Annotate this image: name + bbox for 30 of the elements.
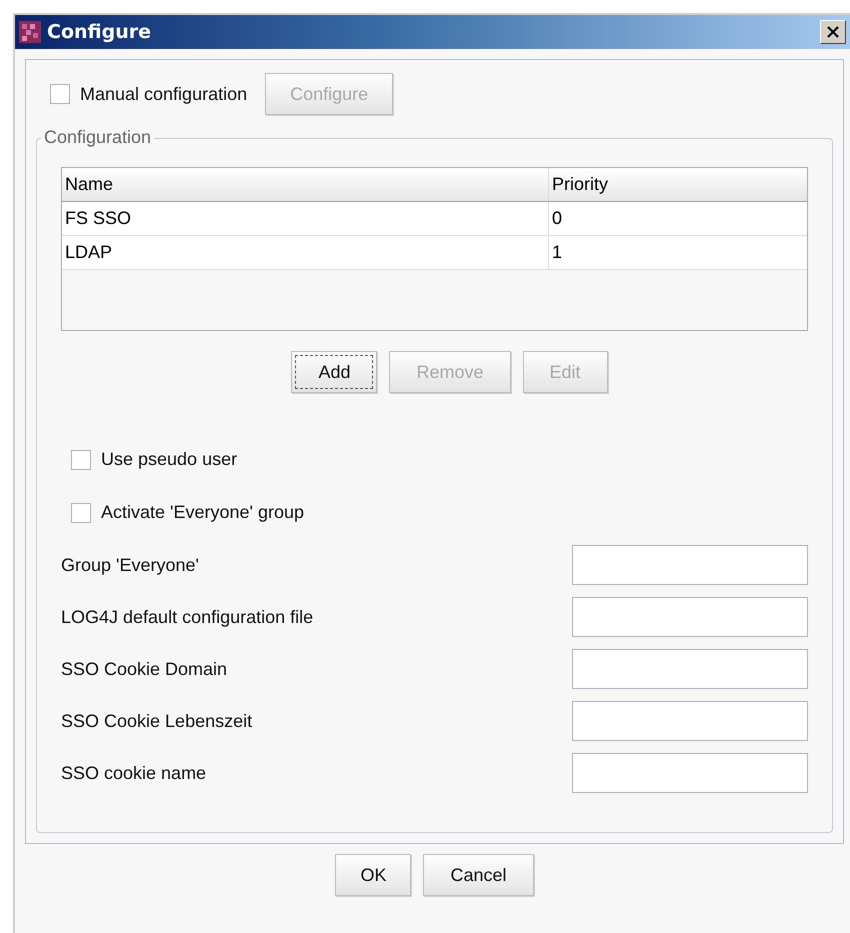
app-icon [19,21,41,43]
checkbox-label: Manual configuration [80,84,248,104]
field-label: SSO Cookie Lebenszeit [61,710,252,732]
table-cell-text: 1 [551,241,564,264]
table-action-button[interactable]: Add [291,351,378,393]
group-title: Configuration [41,127,154,148]
close-button[interactable] [820,20,846,44]
table-cell: LDAP [62,236,549,269]
input-field[interactable] [572,701,808,741]
field-label: SSO cookie name [61,762,206,784]
cancel-button[interactable]: Cancel [423,854,534,896]
field-label: SSO Cookie Domain [61,658,228,680]
input-field[interactable] [572,753,808,793]
table-cell-text: 0 [551,207,564,230]
ok-button[interactable]: OK [335,854,412,896]
checkbox[interactable] [50,84,70,104]
field-label: LOG4J default configuration file [61,606,314,628]
input-field[interactable] [572,597,808,637]
input-field[interactable] [572,649,808,689]
input-field[interactable] [572,545,808,585]
column-header[interactable]: Name [62,168,549,201]
checkbox-label: Activate 'Everyone' group [101,502,304,523]
window-title: Configure [47,21,152,43]
checkbox[interactable] [71,450,91,470]
table-cell: FS SSO [62,202,549,235]
checkbox[interactable] [71,502,91,522]
column-header[interactable]: Priority [549,168,807,201]
field-label: Group 'Everyone' [61,554,199,576]
close-icon [826,25,840,39]
checkbox-label: Use pseudo user [101,449,238,470]
